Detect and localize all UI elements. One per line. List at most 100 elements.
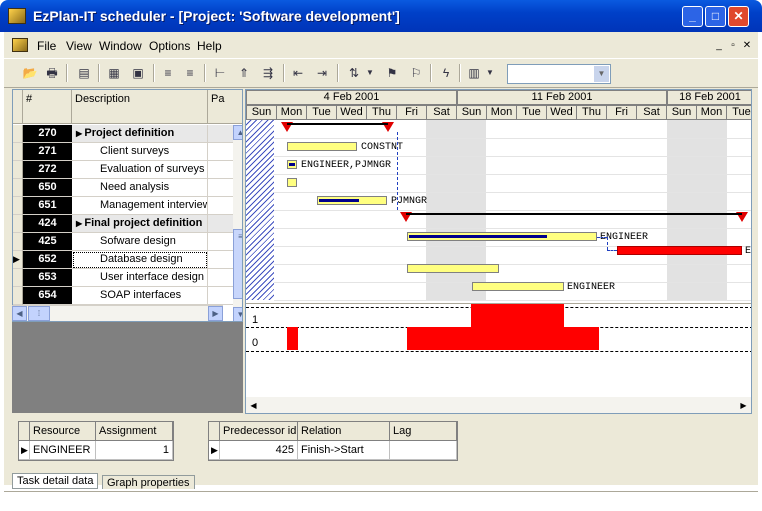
menu-window[interactable]: Window (99, 39, 142, 53)
task-description-cell[interactable]: Need analysis (72, 179, 208, 197)
task-id-cell[interactable]: 653 (23, 269, 72, 287)
task-bar[interactable] (287, 178, 297, 187)
flag-icon[interactable]: ⚑ (382, 64, 402, 82)
task-description-cell[interactable]: Database design (72, 251, 208, 269)
col-header-predecessor-id[interactable]: Predecessor id (220, 422, 298, 441)
tab-task-detail-data[interactable]: Task detail data (12, 473, 99, 489)
print-icon[interactable]: 🖶 (42, 64, 62, 82)
go-end-icon[interactable]: ⇥ (312, 64, 332, 82)
scroll-left-icon[interactable]: ◀ (12, 306, 27, 321)
app-icon[interactable] (8, 8, 26, 24)
columns-icon[interactable]: ▥ (464, 64, 484, 82)
scroll-thumb[interactable]: ≡ (233, 229, 242, 299)
grid-horizontal-scrollbar[interactable]: ◀ ⁞ ▶ (12, 305, 223, 321)
menu-view[interactable]: View (66, 39, 92, 53)
link-tasks-icon[interactable]: ⇶ (258, 64, 278, 82)
pa-cell[interactable] (208, 251, 234, 269)
lightning-icon[interactable]: ϟ (436, 64, 456, 82)
gantt-horizontal-scrollbar[interactable]: ◀ ▶ (246, 397, 751, 413)
row-selector[interactable] (13, 287, 23, 305)
row-selector[interactable]: ▶ (13, 251, 23, 269)
col-header-resource[interactable]: Resource (30, 422, 96, 441)
minimize-button[interactable]: _ (682, 6, 703, 27)
task-bar[interactable] (287, 142, 357, 151)
chevron-down-icon[interactable]: ▼ (484, 64, 496, 82)
close-button[interactable]: ✕ (728, 6, 749, 27)
row-selector[interactable] (13, 179, 23, 197)
pa-cell[interactable] (208, 125, 234, 143)
table-row[interactable]: 653 User interface design (13, 269, 242, 287)
indent-icon[interactable]: ≡ (158, 64, 178, 82)
table-row[interactable]: 424 ▶ Final project definition (13, 215, 242, 233)
task-description-cell[interactable]: SOAP interfaces (72, 287, 208, 305)
task-bar[interactable] (472, 282, 564, 291)
col-header-description[interactable]: Description (72, 90, 208, 124)
lag-cell[interactable] (390, 441, 457, 460)
critical-task-bar[interactable] (617, 246, 742, 255)
task-bar[interactable] (407, 264, 499, 273)
pa-cell[interactable] (208, 161, 234, 179)
chevron-down-icon[interactable]: ▼ (364, 64, 376, 82)
col-header-relation[interactable]: Relation (298, 422, 390, 441)
pa-cell[interactable] (208, 143, 234, 161)
mdi-minimize-button[interactable]: _ (712, 40, 726, 53)
level-resources-icon[interactable]: ⇅ (344, 64, 364, 82)
pa-cell[interactable] (208, 215, 234, 233)
table-row[interactable]: 654 SOAP interfaces (13, 287, 242, 305)
row-selector[interactable] (13, 125, 23, 143)
task-description-cell[interactable]: Evaluation of surveys (72, 161, 208, 179)
table-row[interactable]: 271 Client surveys (13, 143, 242, 161)
mdi-close-button[interactable]: ✕ (740, 40, 754, 53)
menu-options[interactable]: Options (149, 39, 190, 53)
menu-file[interactable]: File (37, 39, 56, 53)
pa-cell[interactable] (208, 197, 234, 215)
table-row[interactable]: 650 Need analysis (13, 179, 242, 197)
task-id-cell[interactable]: 271 (23, 143, 72, 161)
task-description-cell[interactable]: ▶ Final project definition (72, 215, 208, 233)
col-header-lag[interactable]: Lag (390, 422, 457, 441)
menu-help[interactable]: Help (197, 39, 222, 53)
flag-gray-icon[interactable]: ⚐ (406, 64, 426, 82)
row-selector[interactable] (13, 161, 23, 179)
row-selector[interactable] (13, 269, 23, 287)
open-icon[interactable]: 📂 (20, 64, 40, 82)
summary-bar[interactable] (406, 213, 742, 215)
col-header-assignment[interactable]: Assignment (96, 422, 173, 441)
document-icon[interactable] (12, 38, 28, 52)
table-row[interactable]: 272 Evaluation of surveys (13, 161, 242, 179)
scroll-right-icon[interactable]: ▶ (736, 398, 751, 413)
resource-cell[interactable]: ENGINEER (30, 441, 96, 460)
task-id-cell[interactable]: 270 (23, 125, 72, 143)
task-id-cell[interactable]: 424 (23, 215, 72, 233)
mdi-restore-button[interactable]: ▫ (726, 40, 740, 53)
scroll-down-icon[interactable]: ▼ (233, 307, 242, 321)
task-description-cell[interactable]: Sofware design (72, 233, 208, 251)
summary-bar[interactable] (287, 123, 388, 125)
filter-combo[interactable]: ▼ (507, 64, 611, 84)
task-id-cell[interactable]: 651 (23, 197, 72, 215)
pa-cell[interactable] (208, 287, 234, 305)
pa-cell[interactable] (208, 269, 234, 287)
grid-vertical-scrollbar[interactable]: ▲ ≡ ▼ (233, 125, 242, 321)
scroll-thumb[interactable]: ⁞ (28, 306, 50, 321)
scroll-right-icon[interactable]: ▶ (208, 306, 223, 321)
align-left-icon[interactable]: ⊢ (210, 64, 230, 82)
task-id-cell[interactable]: 654 (23, 287, 72, 305)
report-icon[interactable]: ▣ (128, 64, 148, 82)
chevron-down-icon[interactable]: ▼ (594, 66, 609, 82)
maximize-button[interactable]: □ (705, 6, 726, 27)
table-row[interactable]: 651 Management interview (13, 197, 242, 215)
task-description-cell[interactable]: Client surveys (72, 143, 208, 161)
table-row[interactable]: 270 ▶ Project definition (13, 125, 242, 143)
row-selector[interactable] (13, 233, 23, 251)
row-selector[interactable] (13, 197, 23, 215)
task-description-cell[interactable]: Management interview (72, 197, 208, 215)
table-row[interactable]: 425 Sofware design (13, 233, 242, 251)
scroll-up-icon[interactable]: ▲ (233, 125, 242, 140)
tab-graph-properties[interactable]: Graph properties (102, 475, 195, 489)
outdent-icon[interactable]: ≡ (180, 64, 200, 82)
col-header-num[interactable]: # (23, 90, 72, 124)
assignment-cell[interactable]: 1 (96, 441, 173, 460)
predecessor-id-cell[interactable]: 425 (220, 441, 298, 460)
task-id-cell[interactable]: 425 (23, 233, 72, 251)
